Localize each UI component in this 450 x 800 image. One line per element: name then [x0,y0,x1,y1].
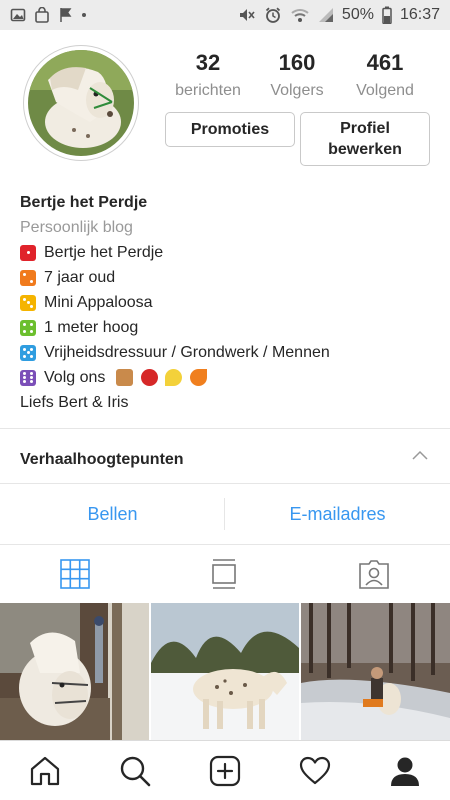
carrot-icon [189,369,207,387]
avatar[interactable] [23,45,139,161]
apple-icon [140,369,158,387]
stat-label: berichten [175,82,241,99]
divider [0,483,450,484]
profile-icon[interactable] [389,755,421,787]
stat-following[interactable]: 461 Volgend [340,50,430,100]
post-thumbnail[interactable] [151,603,299,740]
bio-line: Mini Appaloosa [20,290,430,315]
signal-icon [318,8,333,22]
email-button[interactable]: E-mailadres [225,504,450,525]
avatar-image [28,50,134,156]
bio-line-text: Mini Appaloosa [44,294,153,311]
bio-line: Vrijheidsdressuur / Grondwerk / Mennen [20,340,430,365]
dot-icon [82,13,86,17]
die-three-icon [20,294,36,311]
battery-icon [382,6,392,24]
stat-value: 461 [366,50,404,75]
cake-icon [116,369,134,387]
mute-icon [239,9,255,21]
bio-line-text: Volg ons [44,369,106,386]
profile-category: Persoonlijk blog [20,219,133,236]
promotions-button[interactable]: Promoties [165,112,295,147]
bio-line-text: Bertje het Perdje [44,244,164,261]
clock: 16:37 [399,6,440,23]
divider [0,544,450,545]
bio: Bertje het Perdje Persoonlijk blog Bertj… [20,190,430,415]
stat-value: 160 [278,50,316,75]
edit-profile-button[interactable]: Profiel bewerken [300,112,430,166]
die-six-icon [20,369,36,386]
die-five-icon [20,344,36,361]
post-thumbnail[interactable] [301,603,450,740]
battery-percentage: 50% [341,6,374,23]
bio-line-text: 7 jaar oud [44,269,116,286]
shopping-bag-icon [35,7,49,23]
wifi-icon [291,9,309,22]
stat-posts[interactable]: 32 berichten [163,50,253,100]
add-icon[interactable] [209,755,241,787]
tagged-icon[interactable] [358,558,390,590]
die-four-icon [20,319,36,336]
alarm-icon [265,7,281,23]
bio-line: Bertje het Perdje [20,240,430,265]
home-icon[interactable] [29,755,61,787]
call-button[interactable]: Bellen [0,504,225,525]
feed-icon[interactable] [208,558,240,590]
image-icon [10,8,26,22]
die-one-icon [20,244,36,261]
banana-icon [165,369,183,387]
bio-line-text: Vrijheidsdressuur / Grondwerk / Mennen [44,344,330,361]
chevron-up-icon[interactable] [412,448,428,464]
status-bar: 50% 16:37 [0,0,450,30]
post-thumbnail[interactable] [0,603,149,740]
bio-line: 7 jaar oud [20,265,430,290]
grid-icon[interactable] [59,558,91,590]
die-two-icon [20,269,36,286]
bio-line-text: 1 meter hoog [44,319,139,336]
divider [0,428,450,429]
bio-signoff: Liefs Bert & Iris [20,394,129,411]
stat-followers[interactable]: 160 Volgers [252,50,342,100]
heart-icon[interactable] [299,755,331,787]
stat-label: Volgers [270,82,324,99]
bottom-nav [0,740,450,800]
highlights-title: Verhaalhoogtepunten [20,451,184,468]
profile-name: Bertje het Perdje [20,194,148,211]
bio-line: 1 meter hoog [20,315,430,340]
bio-line: Volg ons [20,365,430,390]
stat-value: 32 [195,50,221,75]
flag-icon [60,8,72,22]
stat-label: Volgend [356,82,414,99]
search-icon[interactable] [119,755,151,787]
